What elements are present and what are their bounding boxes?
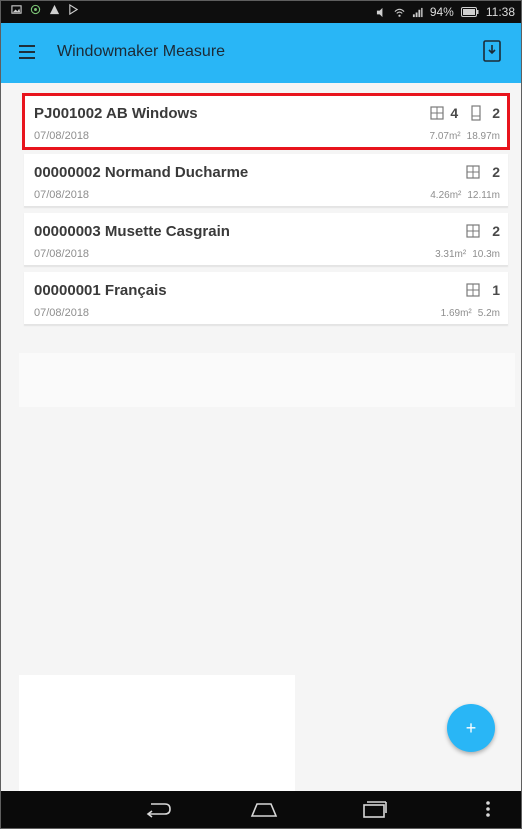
door-icon <box>471 105 481 121</box>
job-metrics: 7.07m² 18.97m <box>430 131 500 142</box>
door-count: 2 <box>492 105 500 121</box>
status-bar: 94% 11:38 <box>1 1 521 23</box>
job-card-selected[interactable]: PJ001002 AB Windows 4 2 07/08/2018 7.07m… <box>22 93 510 150</box>
job-title: 00000003 Musette Casgrain <box>34 223 230 240</box>
app-bar: Windowmaker Measure <box>1 23 521 83</box>
job-date: 07/08/2018 <box>34 130 90 142</box>
notification-icons <box>11 4 79 15</box>
wifi-icon <box>394 8 405 17</box>
area-value: 7.07m² <box>429 131 461 142</box>
signal-icon <box>412 7 423 17</box>
window-count: 1 <box>492 282 500 298</box>
job-date: 07/08/2018 <box>34 189 90 201</box>
window-icon <box>466 283 480 297</box>
item-counts: 4 2 <box>430 105 500 121</box>
empty-list-area <box>19 353 515 407</box>
warning-icon <box>49 4 60 15</box>
area-value: 3.31m² <box>435 249 467 260</box>
gallery-icon <box>11 5 22 14</box>
job-card[interactable]: 00000001 Français 1 07/08/2018 1.69m² 5.2… <box>24 272 508 325</box>
job-title: PJ001002 AB Windows <box>34 105 198 122</box>
sync-icon <box>30 4 41 15</box>
play-store-icon <box>69 4 79 15</box>
area-value: 4.26m² <box>430 190 462 201</box>
window-count: 2 <box>492 164 500 180</box>
battery-icon <box>460 7 479 17</box>
battery-percent: 94% <box>429 5 454 19</box>
item-counts: 2 <box>466 164 500 180</box>
item-counts: 2 <box>466 223 500 239</box>
window-icon <box>466 224 480 238</box>
clock: 11:38 <box>485 5 515 19</box>
job-metrics: 1.69m² 5.2m <box>441 308 500 319</box>
length-value: 18.97m <box>466 131 500 142</box>
job-metrics: 4.26m² 12.11m <box>430 190 500 201</box>
length-value: 5.2m <box>477 308 500 319</box>
home-icon[interactable] <box>249 799 279 819</box>
back-icon[interactable] <box>143 799 173 819</box>
add-job-button[interactable]: + <box>447 704 495 752</box>
window-count: 4 <box>450 105 459 121</box>
volume-icon <box>376 7 383 17</box>
job-title: 00000002 Normand Ducharme <box>34 164 249 181</box>
app-frame: 94% 11:38 Windowmaker Measure PJ001002 A… <box>0 0 522 829</box>
system-indicators: 94% 11:38 <box>376 5 515 19</box>
window-count: 2 <box>492 223 500 239</box>
save-to-device-icon[interactable] <box>481 39 503 63</box>
length-value: 10.3m <box>472 249 500 260</box>
hamburger-icon <box>19 45 35 47</box>
area-value: 1.69m² <box>440 308 472 319</box>
job-card[interactable]: 00000002 Normand Ducharme 2 07/08/2018 4… <box>24 154 508 207</box>
overflow-menu-icon[interactable] <box>483 799 493 819</box>
job-date: 07/08/2018 <box>34 307 90 319</box>
item-counts: 1 <box>466 282 500 298</box>
job-title: 00000001 Français <box>34 282 167 299</box>
length-value: 12.11m <box>467 190 500 201</box>
job-list: PJ001002 AB Windows 4 2 07/08/2018 7.07m… <box>19 93 513 331</box>
job-card[interactable]: 00000003 Musette Casgrain 2 07/08/2018 3… <box>24 213 508 266</box>
recent-apps-icon[interactable] <box>359 799 389 819</box>
system-navigation-bar <box>1 791 521 828</box>
page-title: Windowmaker Measure <box>57 43 226 60</box>
window-icon <box>430 106 445 120</box>
blank-panel <box>19 675 295 791</box>
job-date: 07/08/2018 <box>34 248 90 260</box>
job-metrics: 3.31m² 10.3m <box>435 249 500 260</box>
hamburger-menu-button[interactable] <box>15 41 39 65</box>
window-icon <box>466 165 480 179</box>
